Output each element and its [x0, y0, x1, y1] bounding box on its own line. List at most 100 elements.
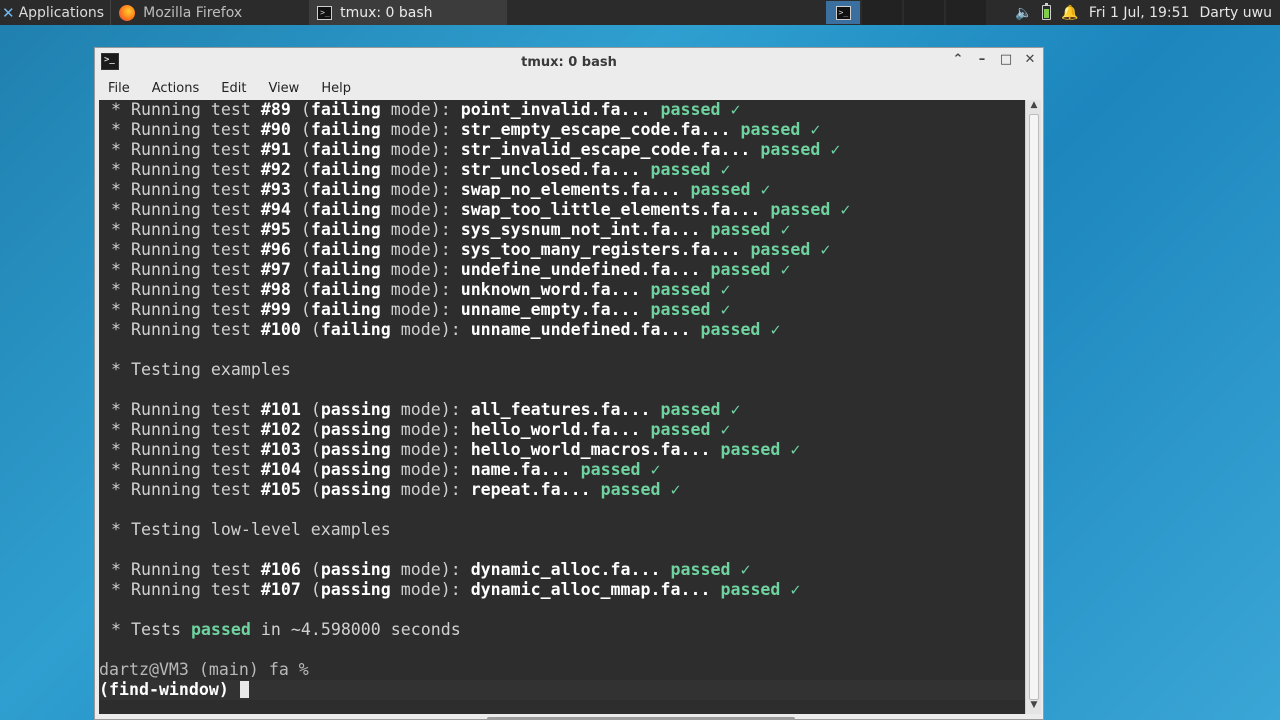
- test-number: #105: [260, 480, 301, 499]
- menu-view[interactable]: View: [255, 81, 308, 96]
- check-icon: ✓: [830, 140, 841, 159]
- maximize-icon[interactable]: □: [999, 52, 1013, 67]
- vertical-scrollbar[interactable]: ▲ ▼: [1025, 100, 1041, 714]
- passed-label: passed: [700, 320, 761, 339]
- test-mode: failing: [310, 140, 381, 159]
- close-icon[interactable]: ✕: [1023, 52, 1037, 67]
- test-result-line: * Running test #105 (passing mode): repe…: [101, 480, 681, 499]
- check-icon: ✓: [650, 460, 661, 479]
- test-mode: failing: [310, 300, 381, 319]
- test-number: #93: [260, 180, 291, 199]
- test-file: unname_empty.fa...: [460, 300, 641, 319]
- test-number: #98: [260, 280, 291, 299]
- test-file: str_invalid_escape_code.fa...: [460, 140, 751, 159]
- test-result-line: * Running test #96 (failing mode): sys_t…: [101, 240, 831, 259]
- test-number: #90: [260, 120, 291, 139]
- summary-line: * Tests passed in ~4.598000 seconds: [101, 620, 461, 639]
- taskbar-tmux-label: tmux: 0 bash: [340, 4, 433, 21]
- text-cursor: [239, 681, 249, 698]
- test-mode: failing: [310, 260, 381, 279]
- notification-bell-icon[interactable]: 🔔: [1061, 5, 1078, 21]
- section-heading: * Testing examples: [101, 360, 291, 379]
- test-number: #99: [260, 300, 291, 319]
- section-heading: * Testing low-level examples: [101, 520, 391, 539]
- window-controls: ⌃ – □ ✕: [951, 52, 1037, 67]
- passed-label: passed: [650, 280, 711, 299]
- taskbar-firefox-label: Mozilla Firefox: [143, 4, 243, 21]
- test-file: swap_too_little_elements.fa...: [460, 200, 761, 219]
- test-mode: failing: [310, 220, 381, 239]
- check-icon: ✓: [720, 420, 731, 439]
- user-name[interactable]: Darty uwu: [1199, 5, 1272, 21]
- taskbar-firefox[interactable]: Mozilla Firefox: [111, 0, 307, 25]
- check-icon: ✓: [670, 480, 681, 499]
- test-mode: failing: [310, 200, 381, 219]
- menu-edit[interactable]: Edit: [208, 81, 255, 96]
- applications-label: Applications: [18, 4, 105, 21]
- passed-label: passed: [740, 120, 801, 139]
- workspace-switcher-active[interactable]: >_: [826, 1, 860, 24]
- test-number: #101: [260, 400, 301, 419]
- passed-label: passed: [600, 480, 661, 499]
- test-mode: passing: [320, 400, 391, 419]
- terminal-output[interactable]: * Running test #89 (failing mode): point…: [99, 100, 1025, 714]
- test-number: #104: [260, 460, 301, 479]
- check-icon: ✓: [790, 580, 801, 599]
- menu-help[interactable]: Help: [308, 81, 360, 96]
- test-number: #107: [260, 580, 301, 599]
- passed-label: passed: [650, 160, 711, 179]
- check-icon: ✓: [720, 160, 731, 179]
- check-icon: ✓: [790, 440, 801, 459]
- test-file: hello_world.fa...: [470, 420, 641, 439]
- window-terminal-icon[interactable]: >_: [101, 53, 119, 70]
- test-number: #102: [260, 420, 301, 439]
- terminal-icon: >_: [317, 5, 333, 20]
- test-file: unname_undefined.fa...: [470, 320, 691, 339]
- workspace-2[interactable]: [862, 0, 902, 25]
- applications-menu[interactable]: ✕ Applications: [0, 0, 110, 25]
- check-icon: ✓: [770, 320, 781, 339]
- scrollbar-thumb[interactable]: [1029, 114, 1039, 700]
- battery-icon[interactable]: [1042, 3, 1052, 20]
- menu-bar: File Actions Edit View Help: [95, 76, 1043, 100]
- check-icon: ✓: [820, 240, 831, 259]
- workspace-3[interactable]: [904, 0, 944, 25]
- test-mode: failing: [310, 120, 381, 139]
- test-file: name.fa...: [470, 460, 571, 479]
- volume-icon[interactable]: 🔈: [1015, 5, 1032, 21]
- test-result-line: * Running test #104 (passing mode): name…: [101, 460, 661, 479]
- test-file: sys_sysnum_not_int.fa...: [460, 220, 701, 239]
- shell-prompt: dartz@VM3 (main) fa %: [99, 660, 309, 680]
- passed-label: passed: [720, 580, 781, 599]
- clock[interactable]: Fri 1 Jul, 19:51: [1089, 5, 1190, 21]
- test-number: #94: [260, 200, 291, 219]
- window-title: tmux: 0 bash: [521, 54, 617, 70]
- passed-label: passed: [710, 220, 771, 239]
- menu-file[interactable]: File: [95, 81, 139, 96]
- scroll-up-icon[interactable]: ▲: [1026, 100, 1042, 114]
- check-icon: ✓: [720, 280, 731, 299]
- scroll-down-icon[interactable]: ▼: [1026, 700, 1042, 714]
- check-icon: ✓: [780, 220, 791, 239]
- menu-actions[interactable]: Actions: [139, 81, 209, 96]
- test-mode: failing: [310, 180, 381, 199]
- passed-label: passed: [660, 400, 721, 419]
- test-result-line: * Running test #91 (failing mode): str_i…: [101, 140, 841, 159]
- summary-suffix: in ~4.598000 seconds: [260, 620, 461, 639]
- window-titlebar[interactable]: >_ tmux: 0 bash ⌃ – □ ✕: [95, 48, 1043, 76]
- test-result-line: * Running test #107 (passing mode): dyna…: [101, 580, 801, 599]
- test-result-line: * Running test #102 (passing mode): hell…: [101, 420, 731, 439]
- test-result-line: * Running test #101 (passing mode): all_…: [101, 400, 741, 419]
- chevron-up-icon[interactable]: ⌃: [951, 52, 965, 67]
- test-number: #89: [260, 100, 291, 119]
- test-result-line: * Running test #95 (failing mode): sys_s…: [101, 220, 791, 239]
- minimize-icon[interactable]: –: [975, 52, 989, 67]
- section-title: Testing low-level examples: [130, 520, 391, 539]
- test-result-line: * Running test #106 (passing mode): dyna…: [101, 560, 751, 579]
- check-icon: ✓: [730, 400, 741, 419]
- test-file: all_features.fa...: [470, 400, 651, 419]
- test-file: repeat.fa...: [470, 480, 591, 499]
- taskbar-tmux[interactable]: >_ tmux: 0 bash: [309, 0, 508, 25]
- workspace-4[interactable]: [946, 0, 986, 25]
- test-result-line: * Running test #89 (failing mode): point…: [101, 100, 741, 119]
